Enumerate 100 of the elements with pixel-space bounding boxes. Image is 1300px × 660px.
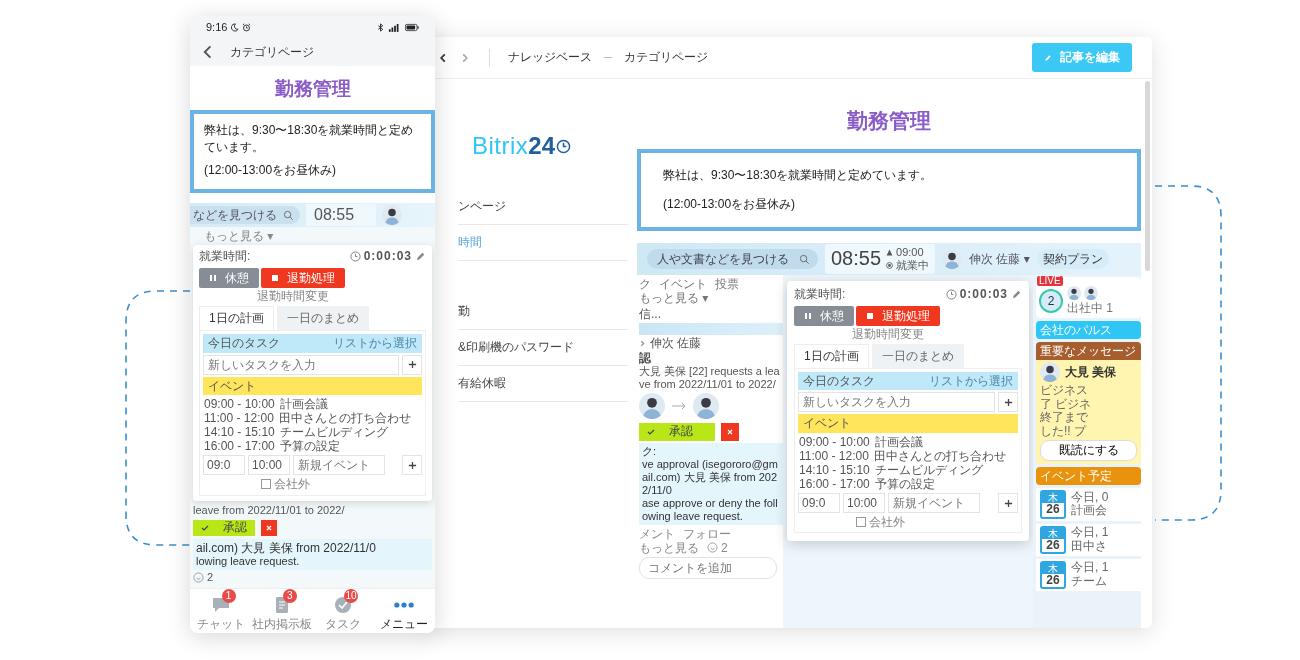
start-time-input[interactable]: 09:0 xyxy=(798,493,840,514)
task-input[interactable]: 新しいタスクを入力 xyxy=(798,392,995,413)
tab[interactable]: 1日の計画 xyxy=(199,306,274,331)
section-title: イベント xyxy=(803,416,851,431)
search-placeholder: などを見つける xyxy=(193,207,277,223)
message-text: ビジネス xyxy=(1040,384,1089,398)
event-time: 今日, 1 xyxy=(1071,561,1109,575)
feed-tab[interactable]: イベント xyxy=(659,277,707,292)
card-header: イベント予定 xyxy=(1036,467,1141,486)
event-time: 09:00 - 10:00 xyxy=(204,396,275,411)
like-count: 2 xyxy=(207,570,214,584)
event-time: 16:00 - 17:00 xyxy=(204,439,275,454)
event-name-input[interactable]: 新規イベント xyxy=(888,493,980,514)
tab-bar-item[interactable]: 1 チャット xyxy=(190,588,252,633)
search-field[interactable]: 人や文書などを見つける xyxy=(647,249,818,269)
clock-widget[interactable]: 08:55 09:00 就業中 xyxy=(825,244,936,274)
weekday-label: 木 xyxy=(1042,492,1064,504)
tab-label: タスク xyxy=(325,615,362,633)
event-time: 14:10 - 15:10 xyxy=(204,425,275,440)
timer-text: 0:00:03 xyxy=(959,287,1008,302)
feed-tab[interactable]: ク xyxy=(639,277,651,292)
date-number: 26 xyxy=(1046,538,1060,552)
change-time-link[interactable]: 退勤時間変更 xyxy=(257,289,426,304)
menu-item[interactable]: 有給休暇 xyxy=(458,366,628,402)
post-action-link[interactable]: メント xyxy=(639,526,675,541)
search-placeholder: 人や文書などを見つける xyxy=(657,251,789,267)
event-item[interactable]: 木 26 今日, 1 田中さ xyxy=(1036,523,1141,556)
event-title: 予算の設定 xyxy=(874,477,935,492)
date-number: 26 xyxy=(1046,573,1060,587)
weekday-label: 木 xyxy=(1042,527,1064,539)
feed-tab[interactable]: 投票 xyxy=(715,277,739,292)
event-item[interactable]: 木 26 今日, 1 チーム xyxy=(1036,558,1141,591)
task-text: ク: xyxy=(642,444,658,458)
select-from-list-link[interactable]: リストから選択 xyxy=(929,374,1013,389)
breadcrumb-link[interactable]: ナレッジベース xyxy=(508,49,592,66)
end-time-input[interactable]: 10:00 xyxy=(248,455,290,476)
count-badge: 3 xyxy=(282,588,297,603)
logo-word: Bitrix xyxy=(472,132,529,160)
post-title: 信... xyxy=(639,307,662,324)
pulse-count: 2 xyxy=(1039,288,1063,313)
clock-out-button[interactable]: 退勤処理 xyxy=(856,306,940,327)
task-text: ail.com) 大見 美保 from 2022/11/0 xyxy=(196,540,377,555)
event-item[interactable]: 木 26 今日, 0 計画会 xyxy=(1036,488,1141,521)
tab[interactable]: 一日のまとめ xyxy=(871,344,964,369)
change-time-link[interactable]: 退勤時間変更 xyxy=(852,327,1022,342)
like-count: 2 xyxy=(721,540,728,555)
user-name[interactable]: 伸次 佐藤 ▾ xyxy=(969,251,1030,267)
pause-button[interactable]: 休憩 xyxy=(199,268,259,289)
post-action-link[interactable]: もっと見る xyxy=(639,540,699,555)
notice-text: (12:00-13:00をお昼休み) xyxy=(204,162,338,179)
popup-label: 就業時間: xyxy=(794,287,846,302)
clock-time: 08:55 xyxy=(831,247,882,271)
event-time: 14:10 - 15:10 xyxy=(799,462,870,478)
status-time: 9:16 xyxy=(206,21,228,33)
end-time-input[interactable]: 10:00 xyxy=(843,493,885,514)
comment-field[interactable]: コメントを追加 xyxy=(639,556,777,579)
tab[interactable]: 1日の計画 xyxy=(794,344,869,369)
event-name-input[interactable]: 新規イベント xyxy=(293,455,385,476)
tab[interactable]: 一日のまとめ xyxy=(276,306,369,331)
menu-item[interactable]: &印刷機のパスワード xyxy=(458,330,628,366)
select-from-list-link[interactable]: リストから選択 xyxy=(333,336,417,351)
menu-item[interactable]: ンページ xyxy=(458,189,628,225)
search-field[interactable]: などを見つける xyxy=(190,206,300,224)
approve-button[interactable]: 承認 xyxy=(193,519,255,536)
event-time: 09:00 - 10:00 xyxy=(799,434,870,449)
sender-name: 大見 美保 xyxy=(1065,365,1117,380)
pause-button[interactable]: 休憩 xyxy=(794,306,854,327)
message-text: した!! プ xyxy=(1040,424,1088,439)
request-text: 大見 美保 [22] requests a leave from 2022/11/01 to 2022/ xyxy=(639,364,781,391)
plan-button[interactable]: 契約プラン xyxy=(1036,248,1109,270)
event-title: チームビルディング xyxy=(279,425,388,440)
card-header: 重要なメッセージ xyxy=(1036,342,1141,361)
tab-bar-item[interactable]: メニュー xyxy=(373,588,435,633)
tab-bar-item[interactable]: 10 タスク xyxy=(312,588,374,633)
logo-number: 24 xyxy=(528,132,556,160)
task-text: lowing leave request. xyxy=(196,554,301,568)
start-time: 09:00 xyxy=(896,245,924,259)
feed-tab[interactable]: もっと見る ▾ xyxy=(639,291,709,306)
feed-tab[interactable]: もっと見る ▾ xyxy=(190,227,435,244)
event-time: 16:00 - 17:00 xyxy=(799,477,870,492)
breadcrumb-link[interactable]: カテゴリページ xyxy=(624,49,708,66)
clock-out-button[interactable]: 退勤処理 xyxy=(261,268,345,289)
event-title: 田中さんとの打ち合わせ xyxy=(873,448,1006,463)
page-title: カテゴリページ xyxy=(230,43,314,61)
event-time: 11:00 - 12:00 xyxy=(204,410,274,426)
tab-bar-item[interactable]: 3 社内掲示板 xyxy=(251,588,313,633)
article-title: 勤務管理 xyxy=(846,108,932,134)
start-time-input[interactable]: 09:0 xyxy=(203,455,245,476)
event-title: 予算の設定 xyxy=(279,439,340,454)
menu-item[interactable]: 勤 xyxy=(458,261,628,330)
tab-label: 社内掲示板 xyxy=(251,615,312,633)
checkbox-label: 会社外 xyxy=(869,515,905,530)
work-status: 就業中 xyxy=(896,259,930,273)
mark-read-button[interactable]: 既読にする xyxy=(1040,440,1137,462)
clock-widget[interactable]: 08:55 xyxy=(306,204,376,226)
clock-time: 08:55 xyxy=(314,205,355,225)
task-input[interactable]: 新しいタスクを入力 xyxy=(203,354,399,375)
tab-label: メニュー xyxy=(380,615,429,633)
approve-button[interactable]: 承認 xyxy=(639,422,715,441)
post-action-link[interactable]: フォロー xyxy=(683,526,731,541)
